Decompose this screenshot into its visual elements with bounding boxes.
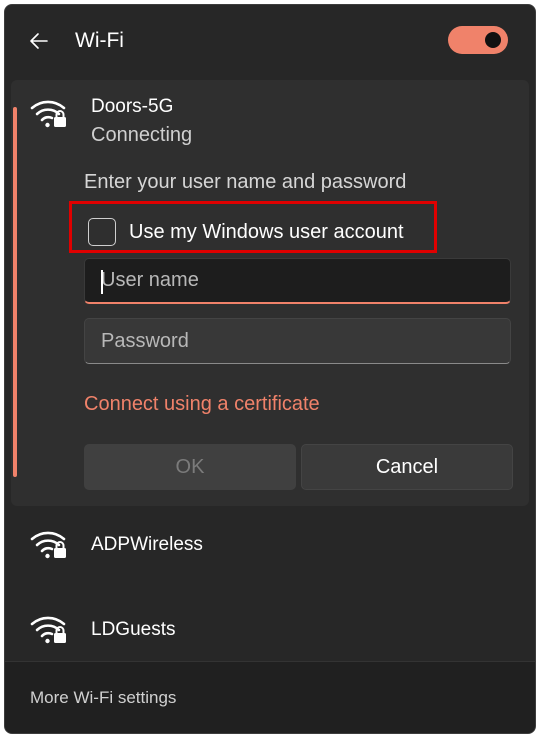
header: Wi-Fi [5, 5, 535, 77]
selection-accent-bar [13, 107, 17, 477]
username-field[interactable] [84, 258, 511, 304]
network-name: ADPWireless [91, 534, 203, 555]
network-item-ldguests[interactable]: LDGuests [11, 590, 529, 670]
password-field[interactable] [84, 318, 511, 364]
wifi-flyout: Wi-Fi Doors-5G Connecting Enter your use… [4, 4, 536, 734]
network-item-adpwireless[interactable]: ADPWireless [11, 505, 529, 585]
network-name: LDGuests [91, 619, 176, 640]
ok-button[interactable]: OK [84, 444, 296, 490]
expanded-network-card: Doors-5G Connecting Enter your user name… [11, 80, 529, 506]
checkbox-label: Use my Windows user account [129, 220, 404, 243]
windows-account-checkbox-row[interactable]: Use my Windows user account [80, 208, 436, 256]
page-title: Wi-Fi [75, 29, 124, 52]
text-caret [101, 270, 103, 294]
wifi-secured-icon [30, 616, 66, 644]
wifi-secured-icon [30, 100, 66, 128]
back-button[interactable] [23, 25, 55, 57]
cancel-button[interactable]: Cancel [301, 444, 513, 490]
credentials-prompt: Enter your user name and password [84, 171, 407, 193]
certificate-link[interactable]: Connect using a certificate [84, 391, 320, 417]
wifi-secured-icon [30, 531, 66, 559]
network-name: Doors-5G [91, 96, 174, 117]
toggle-knob [485, 32, 501, 48]
footer: More Wi-Fi settings [5, 661, 535, 733]
network-status: Connecting [91, 124, 193, 146]
windows-account-checkbox[interactable] [88, 218, 116, 246]
wifi-toggle[interactable] [448, 26, 508, 54]
more-wifi-settings-link[interactable]: More Wi-Fi settings [30, 688, 176, 708]
back-arrow-icon [30, 33, 48, 49]
